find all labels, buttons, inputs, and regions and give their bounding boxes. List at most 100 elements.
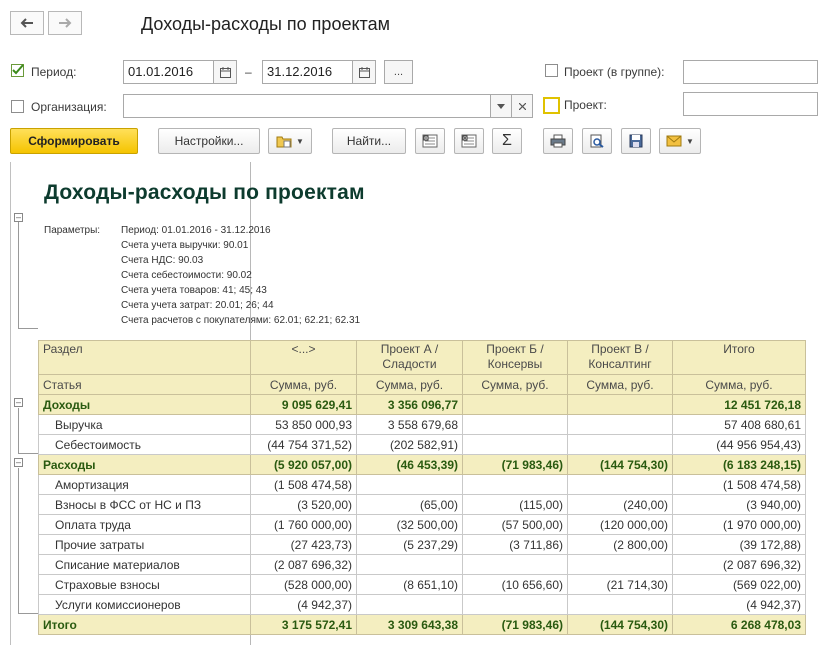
- column-subheader: Сумма, руб.: [462, 374, 568, 395]
- amount-cell: [462, 554, 568, 575]
- amount-cell: (1 508 474,58): [250, 474, 357, 495]
- project-group-checkbox[interactable]: [545, 64, 558, 77]
- period-select-button[interactable]: ...: [384, 60, 413, 84]
- amount-cell: (1 760 000,00): [250, 514, 357, 535]
- date-separator: –: [245, 65, 252, 79]
- amount-cell: 12 451 726,18: [672, 394, 806, 415]
- calendar-icon: [358, 66, 370, 78]
- column-header: <...>: [250, 340, 357, 375]
- report-left-border: [10, 162, 11, 645]
- row-label: Выручка: [38, 414, 251, 435]
- report-title: Доходы-расходы по проектам: [44, 181, 365, 204]
- amount-cell: (71 983,46): [462, 454, 568, 475]
- total-row: Итого 3 175 572,41 3 309 643,38 (71 983,46)…: [38, 614, 806, 635]
- amount-cell: (144 754,30): [567, 614, 673, 635]
- collapse-params-icon[interactable]: –: [14, 213, 23, 222]
- amount-cell: (44 956 954,43): [672, 434, 806, 455]
- table-row: Себестоимость (44 754 371,52) (202 582,91)…: [38, 434, 806, 455]
- project-field[interactable]: [683, 92, 818, 116]
- project-checkbox[interactable]: [543, 97, 560, 114]
- organization-field[interactable]: [123, 94, 491, 118]
- expand-groups-icon: [461, 134, 477, 148]
- amount-cell: (4 942,37): [250, 594, 357, 615]
- column-header: Раздел: [38, 340, 251, 375]
- send-email-button[interactable]: ▼: [659, 128, 701, 154]
- tree-line: [18, 468, 19, 613]
- param-line: Счета расчетов с покупателями: 62.01; 62…: [121, 315, 361, 326]
- organization-dropdown-button[interactable]: [490, 94, 512, 118]
- generate-button[interactable]: Сформировать: [10, 128, 138, 154]
- amount-cell: (44 754 371,52): [250, 434, 357, 455]
- row-label: Амортизация: [38, 474, 251, 495]
- row-label: Услуги комиссионеров: [38, 594, 251, 615]
- settings-button[interactable]: Настройки...: [158, 128, 260, 154]
- row-label: Доходы: [38, 394, 251, 415]
- table-row: Амортизация (1 508 474,58) (1 508 474,58): [38, 474, 806, 495]
- chevron-down-icon: ▼: [296, 136, 304, 146]
- amount-cell: [356, 594, 463, 615]
- amount-cell: (2 087 696,32): [250, 554, 357, 575]
- amount-cell: (57 500,00): [462, 514, 568, 535]
- amount-cell: 6 268 478,03: [672, 614, 806, 635]
- preview-button[interactable]: [582, 128, 612, 154]
- amount-cell: (144 754,30): [567, 454, 673, 475]
- column-subheader: Сумма, руб.: [250, 374, 357, 395]
- chevron-down-icon: ▼: [686, 136, 694, 146]
- date-from-field[interactable]: 01.01.2016: [123, 60, 214, 84]
- amount-cell: (8 651,10): [356, 574, 463, 595]
- amount-cell: [567, 394, 673, 415]
- amount-cell: [567, 434, 673, 455]
- report-table: Раздел <...> Проект А / Сладости Проект Б /…: [38, 340, 806, 635]
- amount-cell: (71 983,46): [462, 614, 568, 635]
- column-subheader: Статья: [38, 374, 251, 395]
- save-button[interactable]: [621, 128, 651, 154]
- date-from-calendar-button[interactable]: [213, 60, 237, 84]
- collapse-expense-group-icon[interactable]: –: [14, 458, 23, 467]
- expand-groups-button[interactable]: [454, 128, 484, 154]
- column-header: Проект Б / Консервы: [462, 340, 568, 375]
- param-line: Счета себестоимости: 90.02: [121, 270, 252, 281]
- variants-button[interactable]: ▼: [268, 128, 312, 154]
- amount-cell: (5 237,29): [356, 534, 463, 555]
- date-to-calendar-button[interactable]: [352, 60, 376, 84]
- amount-cell: [567, 594, 673, 615]
- forward-button[interactable]: [48, 11, 82, 35]
- column-header: Проект А / Сладости: [356, 340, 463, 375]
- amount-cell: (3 940,00): [672, 494, 806, 515]
- sum-button[interactable]: Σ: [492, 128, 522, 154]
- amount-cell: (4 942,37): [672, 594, 806, 615]
- amount-cell: 3 309 643,38: [356, 614, 463, 635]
- project-label: Проект:: [564, 98, 607, 112]
- amount-cell: 9 095 629,41: [250, 394, 357, 415]
- amount-cell: (5 920 057,00): [250, 454, 357, 475]
- params-label: Параметры:: [44, 225, 101, 236]
- param-line: Период: 01.01.2016 - 31.12.2016: [121, 225, 271, 236]
- column-subheader: Сумма, руб.: [567, 374, 673, 395]
- date-to-field[interactable]: 31.12.2016: [262, 60, 353, 84]
- tree-line: [18, 328, 38, 329]
- amount-cell: (569 022,00): [672, 574, 806, 595]
- project-group-label: Проект (в группе):: [564, 65, 665, 79]
- amount-cell: 3 356 096,77: [356, 394, 463, 415]
- amount-cell: (240,00): [567, 494, 673, 515]
- find-button[interactable]: Найти...: [332, 128, 406, 154]
- calendar-icon: [219, 66, 231, 78]
- row-label: Оплата труда: [38, 514, 251, 535]
- amount-cell: (528 000,00): [250, 574, 357, 595]
- amount-cell: [356, 474, 463, 495]
- back-button[interactable]: [10, 11, 44, 35]
- organization-clear-button[interactable]: [511, 94, 533, 118]
- collapse-groups-icon: [422, 134, 438, 148]
- table-row: Списание материалов (2 087 696,32) (2 087 …: [38, 554, 806, 575]
- collapse-groups-button[interactable]: [415, 128, 445, 154]
- organization-checkbox[interactable]: [11, 100, 24, 113]
- folder-icon: [276, 136, 292, 148]
- period-checkbox[interactable]: [11, 64, 24, 77]
- close-icon: [518, 102, 526, 110]
- param-line: Счета учета товаров: 41; 45; 43: [121, 285, 267, 296]
- row-label: Итого: [38, 614, 251, 635]
- print-button[interactable]: [543, 128, 573, 154]
- project-group-field[interactable]: [683, 60, 818, 84]
- row-label: Страховые взносы: [38, 574, 251, 595]
- collapse-income-group-icon[interactable]: –: [14, 398, 23, 407]
